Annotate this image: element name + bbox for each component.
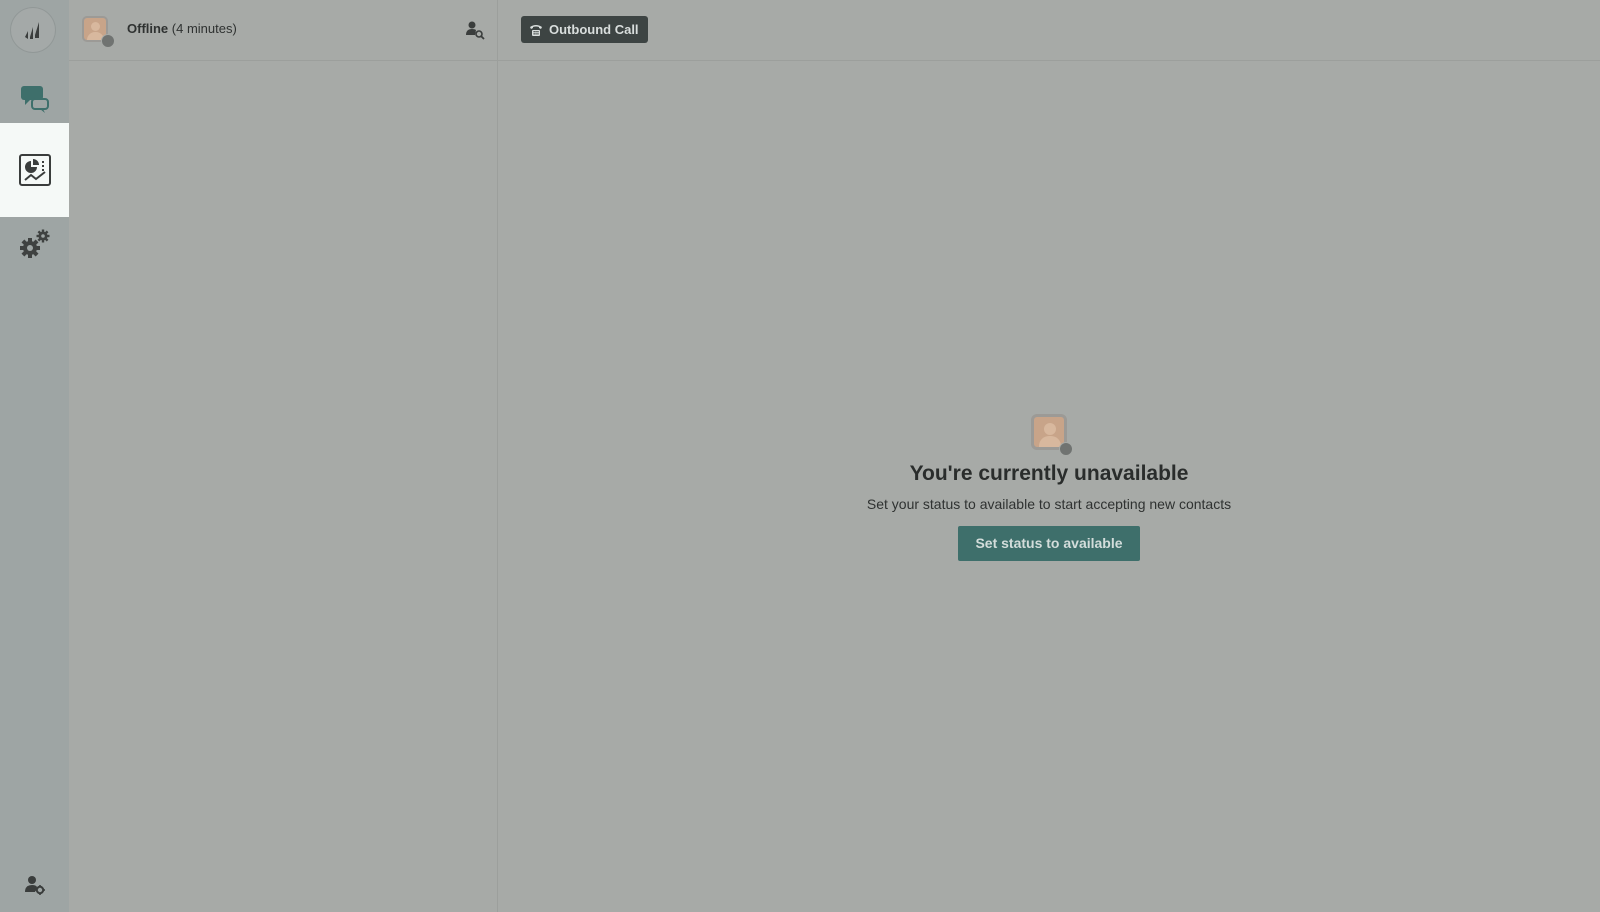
gears-icon	[19, 229, 49, 258]
main-toolbar: Outbound Call	[498, 0, 1600, 61]
chat-bubbles-icon	[20, 86, 49, 113]
analytics-dashboard-icon	[18, 154, 51, 186]
set-available-button[interactable]: Set status to available	[958, 526, 1140, 561]
empty-state-subtitle: Set your status to available to start ac…	[866, 496, 1232, 512]
phone-icon	[530, 24, 542, 36]
offline-status-dot	[101, 34, 115, 48]
nav-dashboard[interactable]	[0, 123, 69, 217]
nav-chat[interactable]	[0, 70, 69, 126]
offline-status-dot-large	[1059, 442, 1073, 456]
nav-settings[interactable]	[0, 220, 69, 270]
empty-state-title: You're currently unavailable	[909, 462, 1189, 485]
agent-status-text[interactable]: Offline (4 minutes)	[127, 21, 237, 36]
nav-rail	[0, 0, 69, 912]
outbound-call-button[interactable]: Outbound Call	[521, 16, 648, 43]
brand-logo-icon	[25, 22, 39, 39]
outbound-call-label: Outbound Call	[549, 22, 639, 37]
main-area: Outbound Call You're currently unavailab…	[498, 0, 1600, 912]
contact-search-button[interactable]	[465, 20, 485, 40]
nav-profile-settings[interactable]	[0, 868, 69, 902]
status-duration: (4 minutes)	[171, 21, 237, 36]
avatar-large	[1027, 410, 1073, 456]
unavailable-empty-state: You're currently unavailable Set your st…	[498, 410, 1600, 561]
user-search-icon	[466, 21, 485, 40]
contacts-panel: Offline (4 minutes)	[69, 0, 498, 912]
brand-logo[interactable]	[11, 8, 55, 52]
status-state: Offline	[127, 21, 169, 36]
user-gear-icon	[24, 876, 45, 895]
agent-status-header: Offline (4 minutes)	[69, 0, 497, 61]
